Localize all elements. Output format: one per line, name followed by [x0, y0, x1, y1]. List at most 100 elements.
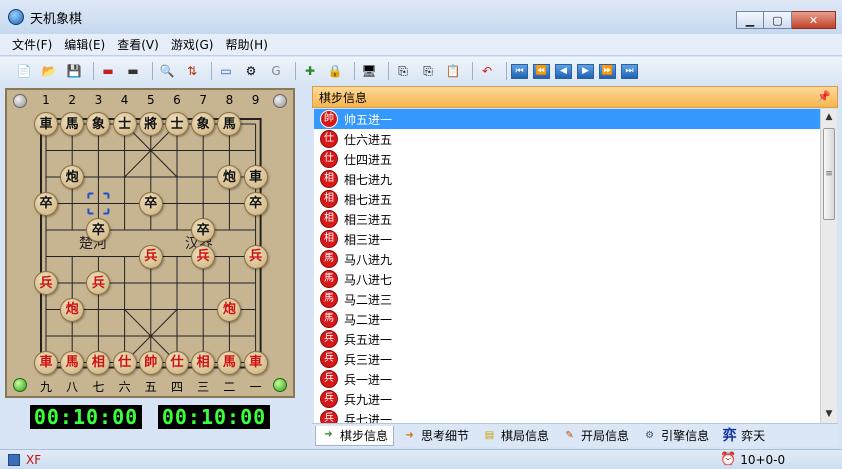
red-piece[interactable]: 兵 [34, 271, 58, 295]
piece-badge-icon: 仕 [320, 130, 338, 148]
chess-board[interactable]: 123456789 九八七六五四三二一 楚河 汉界 車馬象士將士象馬炮炮車卒卒卒… [5, 88, 295, 398]
copy-fen-icon[interactable]: ⎘ [418, 61, 438, 81]
zoom-icon[interactable]: 🔍 [157, 61, 177, 81]
tab-engine[interactable]: ⚙ 引擎信息 [637, 426, 714, 446]
black-piece[interactable]: 車 [243, 165, 268, 189]
move-text: 兵三进一 [344, 352, 393, 367]
scroll-up-icon[interactable]: ▲ [821, 109, 837, 125]
tab-arrow-doc[interactable]: ➜ 棋步信息 [315, 425, 395, 446]
red-clock: 00:10:00 [30, 405, 142, 429]
black-piece[interactable]: 象 [191, 112, 216, 136]
black-piece[interactable]: 車 [34, 112, 58, 136]
open-folder-icon[interactable]: 📂 [39, 61, 59, 81]
file-number-bottom: 三 [197, 380, 210, 394]
next-move-icon[interactable]: ▶ [577, 63, 594, 79]
yitian-logo-icon: 弈 [722, 427, 737, 444]
black-piece[interactable]: 炮 [60, 165, 85, 189]
red-piece[interactable]: 車 [243, 350, 268, 375]
first-move-icon[interactable]: ⏮ [511, 63, 528, 79]
move-list-item[interactable]: 仕仕六进五 [314, 129, 820, 149]
minimize-button[interactable]: ▁ [736, 11, 764, 29]
red-piece[interactable]: 兵 [138, 244, 163, 269]
panel-tabs: ➜ 棋步信息 ➜ 思考细节 ▤ 棋局信息 ✎ 开局信息 ⚙ 引擎信息弈弈天 [312, 423, 838, 447]
status-label: XF [26, 452, 42, 467]
red-piece[interactable]: 馬 [60, 350, 85, 375]
red-piece[interactable]: 相 [86, 350, 111, 375]
copy-icon[interactable]: ⎘ [393, 61, 413, 81]
menu-edit[interactable]: 编辑(E) [64, 36, 105, 53]
move-list[interactable]: 帥帅五进一仕仕六进五仕仕四进五相相七进九相相七进五相相三进五相相三进一馬马八进九… [314, 109, 820, 423]
move-list-item[interactable]: 相相七进五 [314, 189, 820, 209]
red-piece[interactable]: 仕 [112, 350, 137, 375]
move-list-item[interactable]: 兵兵七进一 [314, 409, 820, 423]
black-piece[interactable]: 士 [165, 112, 189, 136]
move-list-item[interactable]: 兵兵一进一 [314, 369, 820, 389]
fast-back-icon[interactable]: ⏪ [533, 63, 550, 79]
black-piece[interactable]: 卒 [243, 191, 268, 216]
prev-move-icon[interactable]: ◀ [555, 63, 572, 79]
move-list-scrollbar[interactable]: ▲ ≡ ▼ [820, 109, 837, 423]
tab-pencil[interactable]: ✎ 开局信息 [557, 426, 634, 446]
red-piece[interactable]: 兵 [191, 244, 216, 269]
scroll-thumb[interactable]: ≡ [823, 128, 835, 220]
analyze-icon[interactable]: ✚ [300, 61, 320, 81]
menu-game[interactable]: 游戏(G) [171, 36, 214, 53]
red-piece[interactable]: 帥 [138, 350, 163, 375]
red-piece[interactable]: 炮 [60, 297, 85, 322]
scroll-down-icon[interactable]: ▼ [821, 406, 837, 422]
move-list-item[interactable]: 帥帅五进一 [314, 109, 820, 129]
red-piece[interactable]: 兵 [243, 244, 268, 269]
tab-think-doc[interactable]: ➜ 思考细节 [397, 426, 474, 446]
black-piece[interactable]: 卒 [34, 191, 58, 216]
new-file-icon[interactable]: 📄 [14, 61, 34, 81]
flip-board-icon[interactable]: ⇅ [182, 61, 202, 81]
black-piece[interactable]: 馬 [60, 112, 85, 136]
red-piece[interactable]: 炮 [217, 297, 242, 322]
menu-help[interactable]: 帮助(H) [225, 36, 267, 53]
black-clock: 00:10:00 [158, 405, 270, 429]
red-piece[interactable]: 馬 [217, 350, 242, 375]
engine-icon[interactable]: ⚙ [241, 61, 261, 81]
lock-icon[interactable]: 🔒 [325, 61, 345, 81]
fast-forward-icon[interactable]: ⏩ [599, 63, 616, 79]
tab-notepad[interactable]: ▤ 棋局信息 [477, 426, 554, 446]
move-list-item[interactable]: 相相七进九 [314, 169, 820, 189]
save-icon[interactable]: 💾 [64, 61, 84, 81]
move-text: 马二进一 [344, 312, 393, 327]
maximize-button[interactable]: ▢ [764, 11, 792, 29]
move-list-item[interactable]: 馬马二进三 [314, 289, 820, 309]
black-piece[interactable]: 士 [112, 112, 137, 136]
red-piece[interactable]: 車 [34, 350, 58, 375]
tab-yitian-logo[interactable]: 弈弈天 [717, 426, 770, 446]
file-number-top: 7 [199, 93, 207, 107]
red-piece[interactable]: 相 [191, 350, 216, 375]
corner-ball-icon [273, 94, 287, 108]
menu-file[interactable]: 文件(F) [12, 36, 52, 53]
computer-icon[interactable]: 🖥 [359, 61, 379, 81]
black-side-icon[interactable]: ▬ [123, 61, 143, 81]
menu-view[interactable]: 查看(V) [117, 36, 159, 53]
toolbar-separator [211, 62, 212, 80]
move-list-item[interactable]: 兵兵三进一 [314, 349, 820, 369]
board-window-icon[interactable]: ▭ [216, 61, 236, 81]
pin-icon[interactable]: 📌 [817, 90, 831, 103]
move-list-item[interactable]: 兵兵九进一 [314, 389, 820, 409]
close-button[interactable]: ✕ [792, 11, 836, 29]
black-piece[interactable]: 卒 [191, 218, 216, 242]
move-list-item[interactable]: 相相三进五 [314, 209, 820, 229]
piece-badge-icon: 相 [320, 230, 338, 248]
undo-icon[interactable]: ↶ [477, 61, 497, 81]
last-move-icon[interactable]: ⏭ [621, 63, 638, 79]
black-piece[interactable]: 將 [138, 112, 163, 136]
move-list-item[interactable]: 仕仕四进五 [314, 149, 820, 169]
paste-icon[interactable]: 📋 [443, 61, 463, 81]
move-list-item[interactable]: 馬马二进一 [314, 309, 820, 329]
move-list-item[interactable]: 馬马八进九 [314, 249, 820, 269]
move-list-item[interactable]: 兵兵五进一 [314, 329, 820, 349]
move-list-item[interactable]: 相相三进一 [314, 229, 820, 249]
g-icon[interactable]: G [266, 61, 286, 81]
red-side-icon[interactable]: ▬ [98, 61, 118, 81]
black-piece[interactable]: 卒 [138, 191, 163, 216]
red-piece[interactable]: 仕 [165, 350, 189, 375]
move-list-item[interactable]: 馬马八进七 [314, 269, 820, 289]
